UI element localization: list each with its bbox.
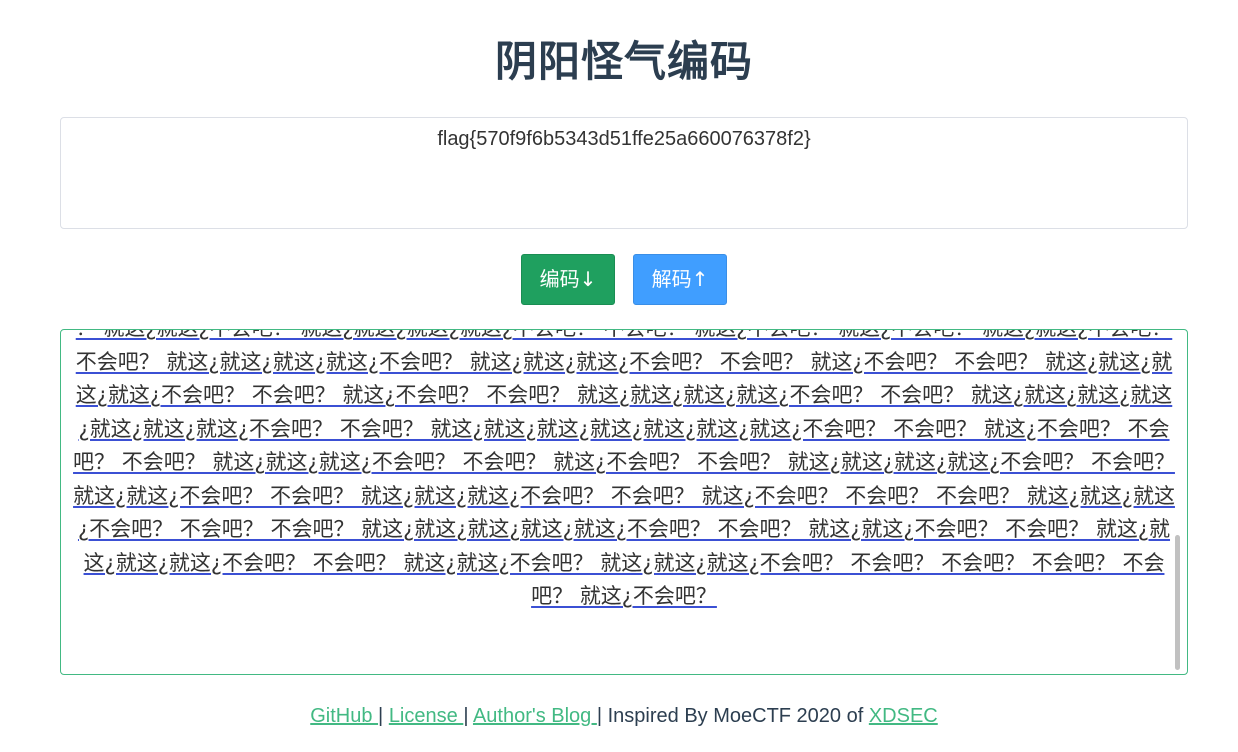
github-link[interactable]: GitHub: [310, 705, 378, 727]
footer: GitHub | License | Author's Blog | Inspi…: [0, 705, 1238, 728]
encode-button[interactable]: 编码↓: [521, 254, 615, 305]
output-scrollbar[interactable]: [1175, 535, 1180, 670]
footer-separator: |: [378, 705, 389, 727]
footer-credit-text: | Inspired By MoeCTF 2020 of: [596, 705, 869, 727]
encoded-output[interactable]: ？ 就这¿就这¿不会吧？ 就这¿就这¿就这¿就这¿不会吧？ 不会吧？ 就这¿不会…: [60, 329, 1188, 675]
xdsec-link[interactable]: XDSEC: [869, 705, 938, 727]
plaintext-input[interactable]: flag{570f9f6b5343d51ffe25a660076378f2}: [60, 117, 1188, 229]
decode-button[interactable]: 解码↑: [633, 254, 727, 305]
encoded-output-text: ？ 就这¿就这¿不会吧？ 就这¿就这¿就这¿就这¿不会吧？ 不会吧？ 就这¿不会…: [73, 330, 1175, 608]
footer-separator: |: [463, 705, 473, 727]
author-blog-link[interactable]: Author's Blog: [473, 705, 597, 727]
license-link[interactable]: License: [389, 705, 464, 727]
page-title: 阴阳怪气编码: [494, 37, 753, 86]
